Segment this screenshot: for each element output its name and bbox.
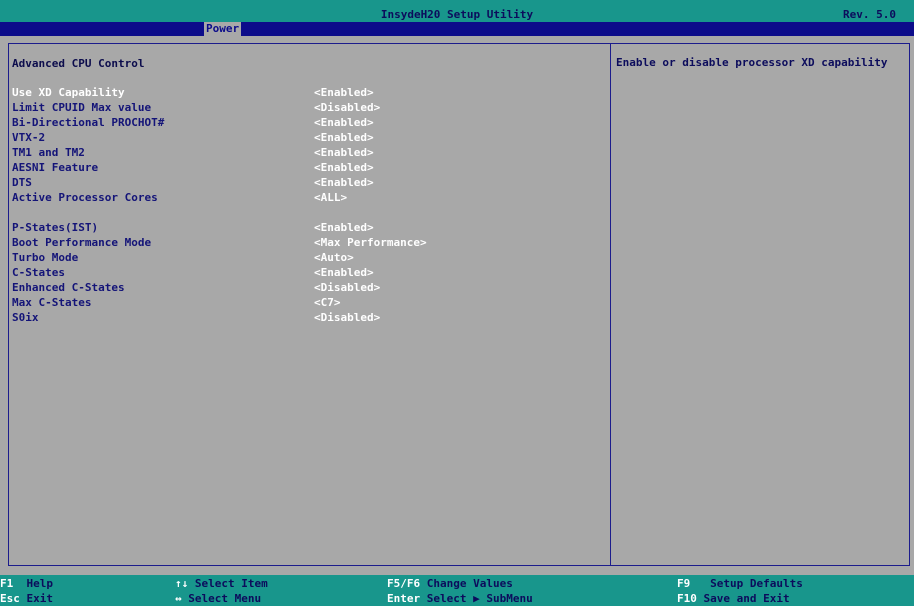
setting-label: DTS: [12, 176, 32, 189]
setting-max-c-states[interactable]: Max C-States <C7>: [12, 295, 602, 310]
hint-key: F10: [677, 592, 697, 605]
hint-setup-defaults: F9 Setup Defaults: [677, 577, 803, 591]
hint-select-submenu: Enter Select ▶ SubMenu: [387, 592, 533, 606]
revision-label: Rev. 5.0: [843, 8, 896, 21]
setting-enhanced-c-states[interactable]: Enhanced C-States <Disabled>: [12, 280, 602, 295]
setting-value[interactable]: <ALL>: [314, 190, 347, 205]
setting-s0ix[interactable]: S0ix <Disabled>: [12, 310, 602, 325]
setting-turbo-mode[interactable]: Turbo Mode <Auto>: [12, 250, 602, 265]
section-title: Advanced CPU Control: [12, 57, 145, 70]
hint-key: F9: [677, 577, 691, 590]
menu-bar: Power: [0, 22, 914, 36]
setting-value[interactable]: <Disabled>: [314, 280, 380, 295]
hint-exit: Esc Exit: [0, 592, 53, 606]
hint-change-values: F5/F6 Change Values: [387, 577, 513, 591]
hint-save-and-exit: F10 Save and Exit: [677, 592, 790, 606]
hint-select-menu: ↔ Select Menu: [175, 592, 261, 606]
setting-value[interactable]: <Enabled>: [314, 85, 374, 100]
app-title: InsydeH20 Setup Utility: [380, 8, 534, 21]
title-bar: InsydeH20 Setup Utility Rev. 5.0: [0, 0, 914, 22]
setting-value[interactable]: <Enabled>: [314, 265, 374, 280]
hint-desc: Help: [26, 577, 54, 590]
setting-value[interactable]: <Enabled>: [314, 220, 374, 235]
up-down-arrows-icon: ↑↓: [175, 577, 189, 590]
setting-bi-directional-prochot[interactable]: Bi-Directional PROCHOT# <Enabled>: [12, 115, 602, 130]
setting-value[interactable]: <Disabled>: [314, 310, 380, 325]
setting-value[interactable]: <Enabled>: [314, 145, 374, 160]
hint-desc: Select Item: [194, 577, 268, 590]
setting-value[interactable]: <Enabled>: [314, 175, 374, 190]
setting-label: AESNI Feature: [12, 161, 99, 174]
setting-label: Enhanced C-States: [12, 281, 125, 294]
setting-label: Boot Performance Mode: [12, 236, 152, 249]
help-text: Enable or disable processor XD capabilit…: [616, 56, 888, 69]
setting-value[interactable]: <Enabled>: [314, 130, 374, 145]
left-right-arrow-icon: ↔: [175, 592, 182, 605]
help-panel: Enable or disable processor XD capabilit…: [610, 43, 910, 566]
setting-value[interactable]: <Enabled>: [314, 115, 374, 130]
hint-key: Enter: [387, 592, 421, 605]
hint-help: F1 Help: [0, 577, 53, 591]
setting-value[interactable]: <Disabled>: [314, 100, 380, 115]
hint-desc: Save and Exit: [703, 592, 790, 605]
hint-key: Esc: [0, 592, 20, 605]
setting-label: Active Processor Cores: [12, 191, 158, 204]
hint-key: F1: [0, 577, 14, 590]
hint-key: F5/F6: [387, 577, 421, 590]
setting-label: C-States: [12, 266, 65, 279]
setting-label: VTX-2: [12, 131, 46, 144]
setting-label: Limit CPUID Max value: [12, 101, 152, 114]
setting-active-processor-cores[interactable]: Active Processor Cores <ALL>: [12, 190, 602, 205]
hint-desc: Select ▶ SubMenu: [426, 592, 533, 605]
setting-limit-cpuid-max-value[interactable]: Limit CPUID Max value <Disabled>: [12, 100, 602, 115]
setting-value[interactable]: <Auto>: [314, 250, 354, 265]
setting-label: Bi-Directional PROCHOT#: [12, 116, 165, 129]
setting-value[interactable]: <Max Performance>: [314, 235, 427, 250]
setting-label: TM1 and TM2: [12, 146, 85, 159]
setting-label: Use XD Capability: [12, 86, 125, 99]
setting-label: S0ix: [12, 311, 39, 324]
status-bar: F1 Help Esc Exit ↑↓ Select Item ↔ Select…: [0, 575, 914, 606]
tab-power[interactable]: Power: [204, 22, 242, 36]
hint-desc: Select Menu: [188, 592, 262, 605]
setting-boot-performance-mode[interactable]: Boot Performance Mode <Max Performance>: [12, 235, 602, 250]
hint-desc: Exit: [26, 592, 54, 605]
setting-label: P-States(IST): [12, 221, 99, 234]
setting-tm1-and-tm2[interactable]: TM1 and TM2 <Enabled>: [12, 145, 602, 160]
setting-vtx-2[interactable]: VTX-2 <Enabled>: [12, 130, 602, 145]
setting-value[interactable]: <C7>: [314, 295, 341, 310]
setting-label: Turbo Mode: [12, 251, 79, 264]
setting-dts[interactable]: DTS <Enabled>: [12, 175, 602, 190]
setting-label: Max C-States: [12, 296, 92, 309]
setting-c-states[interactable]: C-States <Enabled>: [12, 265, 602, 280]
hint-desc: Change Values: [426, 577, 513, 590]
hint-select-item: ↑↓ Select Item: [175, 577, 268, 591]
setting-p-states-ist[interactable]: P-States(IST) <Enabled>: [12, 220, 602, 235]
setting-aesni-feature[interactable]: AESNI Feature <Enabled>: [12, 160, 602, 175]
hint-desc: Setup Defaults: [710, 577, 803, 590]
settings-panel: Advanced CPU Control Use XD Capability <…: [8, 43, 610, 566]
setting-value[interactable]: <Enabled>: [314, 160, 374, 175]
setting-use-xd-capability[interactable]: Use XD Capability <Enabled>: [12, 85, 602, 100]
